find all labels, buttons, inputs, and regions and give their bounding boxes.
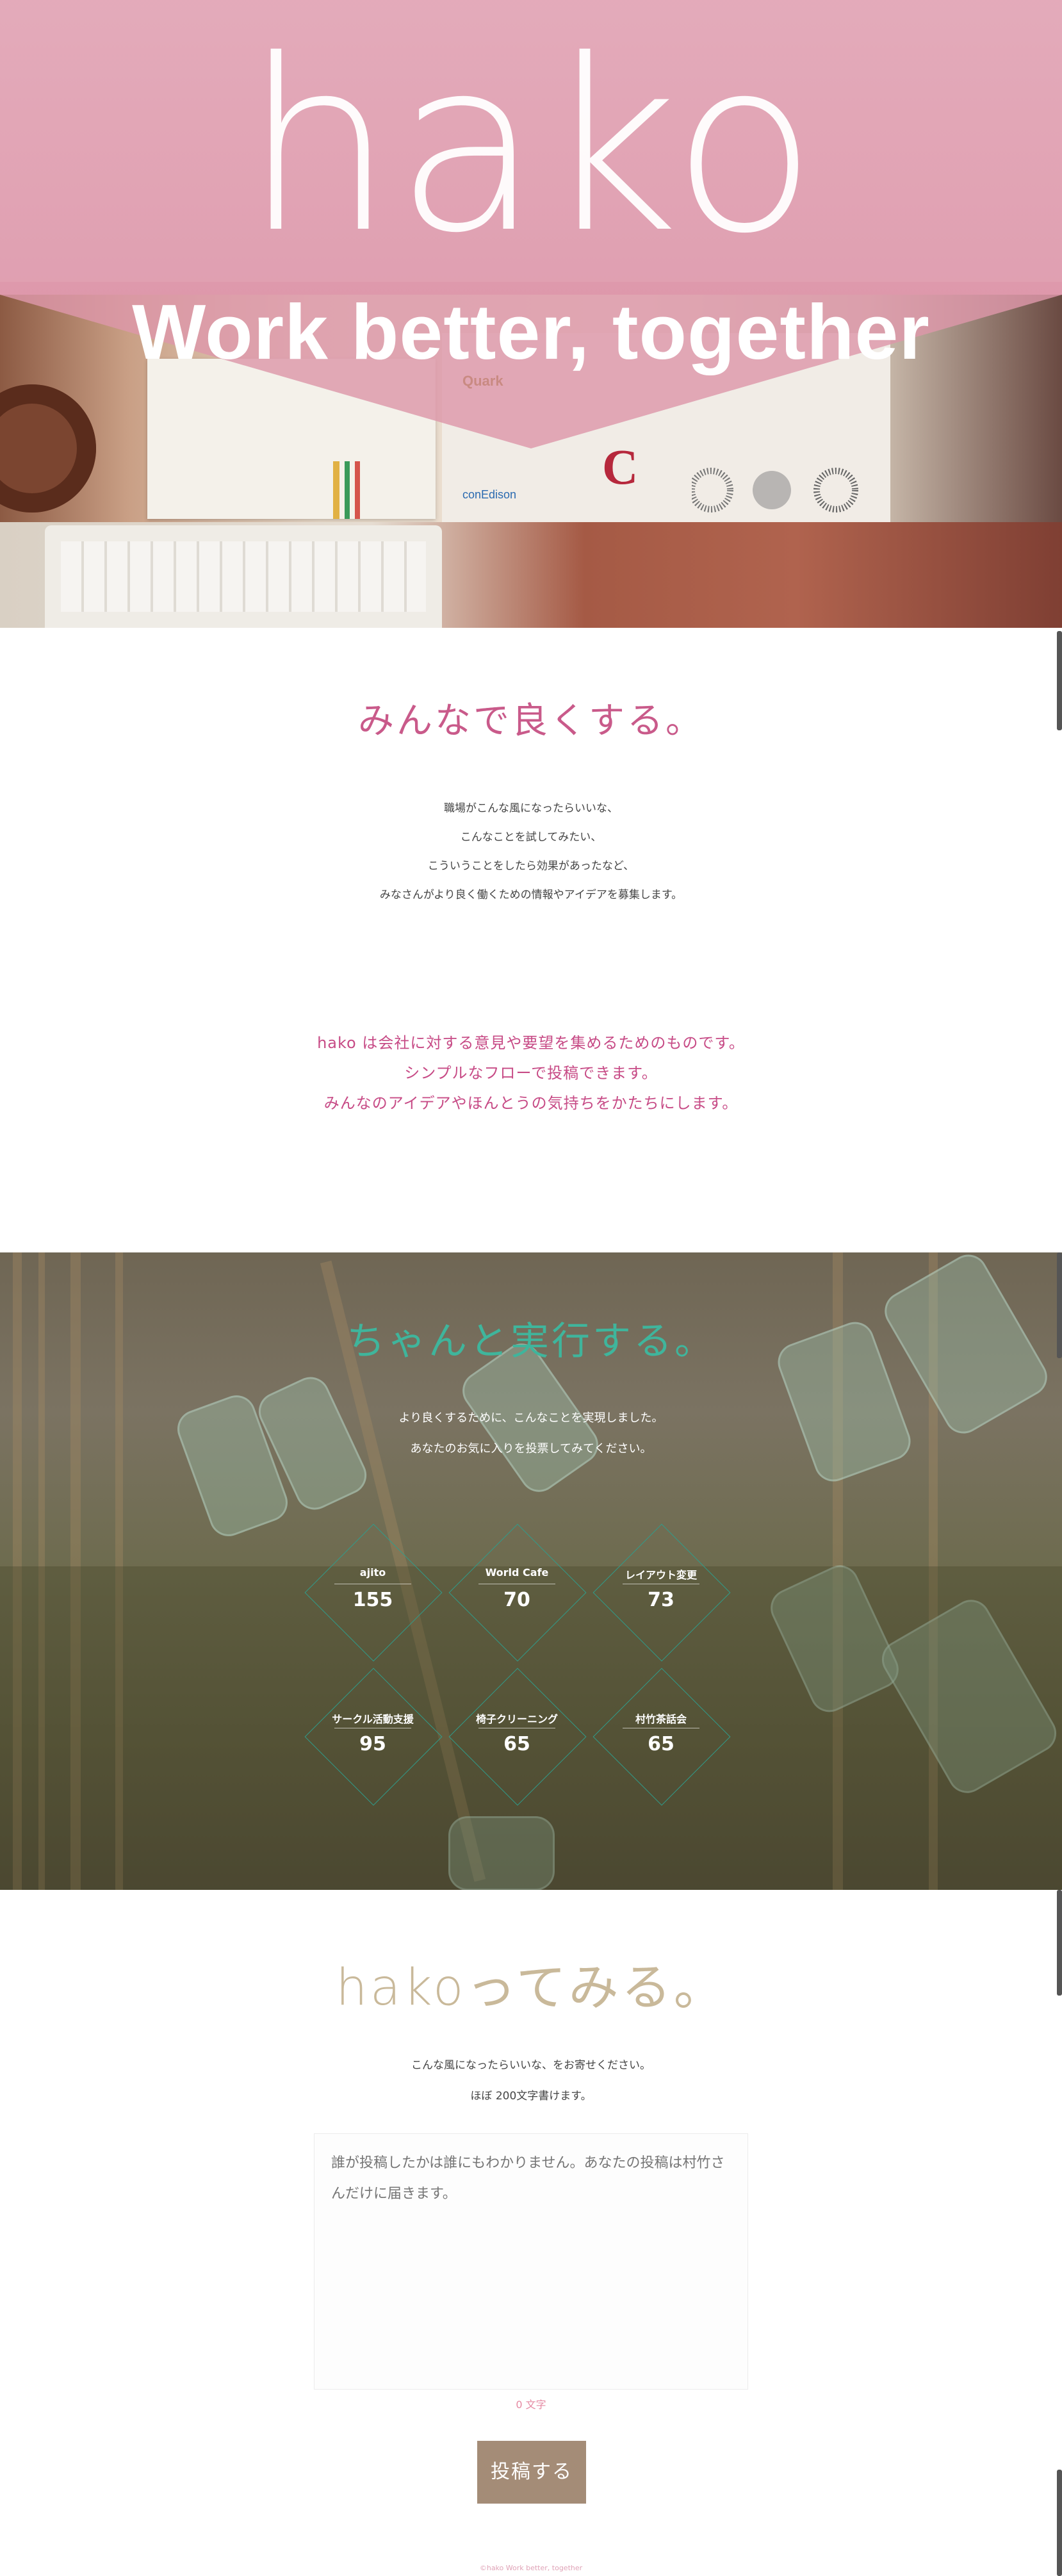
vote-item-label: 村竹茶話会: [635, 1713, 687, 1725]
vote-item-count: 70: [503, 1589, 530, 1611]
pink-line: hako は会社に対する意見や要望を集めるためのものです。: [317, 1034, 745, 1052]
vote-item-label: サークル活動支援: [332, 1713, 414, 1725]
intro-section: みんなで良くする。 職場がこんな風になったらいいな、 こんなことを試してみたい、…: [0, 628, 1062, 1252]
execute-body: より良くするために、こんなことを実現しました。 あなたのお気に入りを投票してみて…: [0, 1403, 1062, 1464]
vote-item-label: ajito: [359, 1566, 386, 1579]
intro-pink-text: hako は会社に対する意見や要望を集めるためのものです。 シンプルなフローで投…: [0, 1028, 1062, 1119]
intro-heading: みんなで良くする。: [358, 700, 704, 742]
post-line: ほぼ 200文字書けます。: [470, 2090, 592, 2103]
vote-item-world-cafe[interactable]: World Cafe 70: [446, 1522, 587, 1662]
footer-text: ©hako Work better, together: [479, 2564, 583, 2572]
hero-title: hako: [243, 10, 819, 285]
pink-line: シンプルなフローで投稿できます。: [404, 1064, 658, 1082]
scrollbar-thumb[interactable]: [1057, 1890, 1062, 1996]
letter-c-logo: C: [602, 442, 638, 490]
execute-line: あなたのお気に入りを投票してみてください。: [410, 1442, 652, 1456]
vote-item-layout-change[interactable]: レイアウト変更 73: [591, 1522, 731, 1662]
vote-item-count: 65: [503, 1733, 530, 1755]
vote-item-tea-party[interactable]: 村竹茶話会 65: [591, 1666, 731, 1807]
hero-section: Quark conEdison C hako Work better, toge…: [0, 0, 1062, 628]
dot-circles-logo: [692, 468, 858, 513]
conedison-logo: conEdison: [462, 488, 517, 501]
scrollbar-thumb[interactable]: [1057, 1252, 1062, 1358]
post-heading: hakoってみる。: [336, 1959, 726, 2017]
execute-section: ちゃんと実行する。 より良くするために、こんなことを実現しました。 あなたのお気…: [0, 1252, 1062, 1890]
vote-item-label: World Cafe: [485, 1566, 549, 1579]
laptop-image: [45, 525, 442, 628]
vote-item-ajito[interactable]: ajito 155: [302, 1522, 443, 1662]
vote-item-label: レイアウト変更: [625, 1569, 697, 1581]
hero-tagline: Work better, together: [132, 288, 930, 375]
post-section: hakoってみる。 こんな風になったらいいな、をお寄せください。 ほぼ 200文…: [0, 1890, 1062, 2576]
pink-line: みんなのアイデアやほんとうの気持ちをかたちにします。: [323, 1094, 739, 1112]
intro-line: こんなことを試してみたい、: [460, 831, 602, 844]
submit-button[interactable]: 投稿する: [477, 2441, 586, 2504]
character-counter: 0 文字: [516, 2399, 546, 2411]
post-line: こんな風になったらいいな、をお寄せください。: [411, 2059, 651, 2072]
svg-text:C: C: [602, 442, 638, 490]
pencils-image: [333, 461, 372, 519]
vote-item-circle-support[interactable]: サークル活動支援 95: [302, 1666, 443, 1807]
intro-line: みなさんがより良く働くための情報やアイデアを募集します。: [379, 889, 683, 901]
vote-item-count: 95: [359, 1733, 386, 1755]
post-textarea[interactable]: [314, 2133, 748, 2390]
vote-item-label: 椅子クリーニング: [475, 1713, 558, 1725]
intro-body: 職場がこんな風になったらいいな、 こんなことを試してみたい、 こういうことをした…: [0, 794, 1062, 910]
execute-heading: ちゃんと実行する。: [347, 1319, 715, 1364]
post-body: こんな風になったらいいな、をお寄せください。 ほぼ 200文字書けます。: [0, 2050, 1062, 2112]
scrollbar-thumb[interactable]: [1057, 2470, 1062, 2576]
vote-item-count: 155: [352, 1589, 393, 1611]
scrollbar-thumb[interactable]: [1057, 631, 1062, 730]
vote-item-count: 73: [648, 1589, 674, 1611]
intro-line: こういうことをしたら効果があったなど、: [427, 860, 635, 873]
intro-line: 職場がこんな風になったらいいな、: [444, 802, 618, 815]
vote-item-count: 65: [648, 1733, 674, 1755]
vote-item-chair-cleaning[interactable]: 椅子クリーニング 65: [446, 1666, 587, 1807]
execute-line: より良くするために、こんなことを実現しました。: [398, 1411, 664, 1425]
